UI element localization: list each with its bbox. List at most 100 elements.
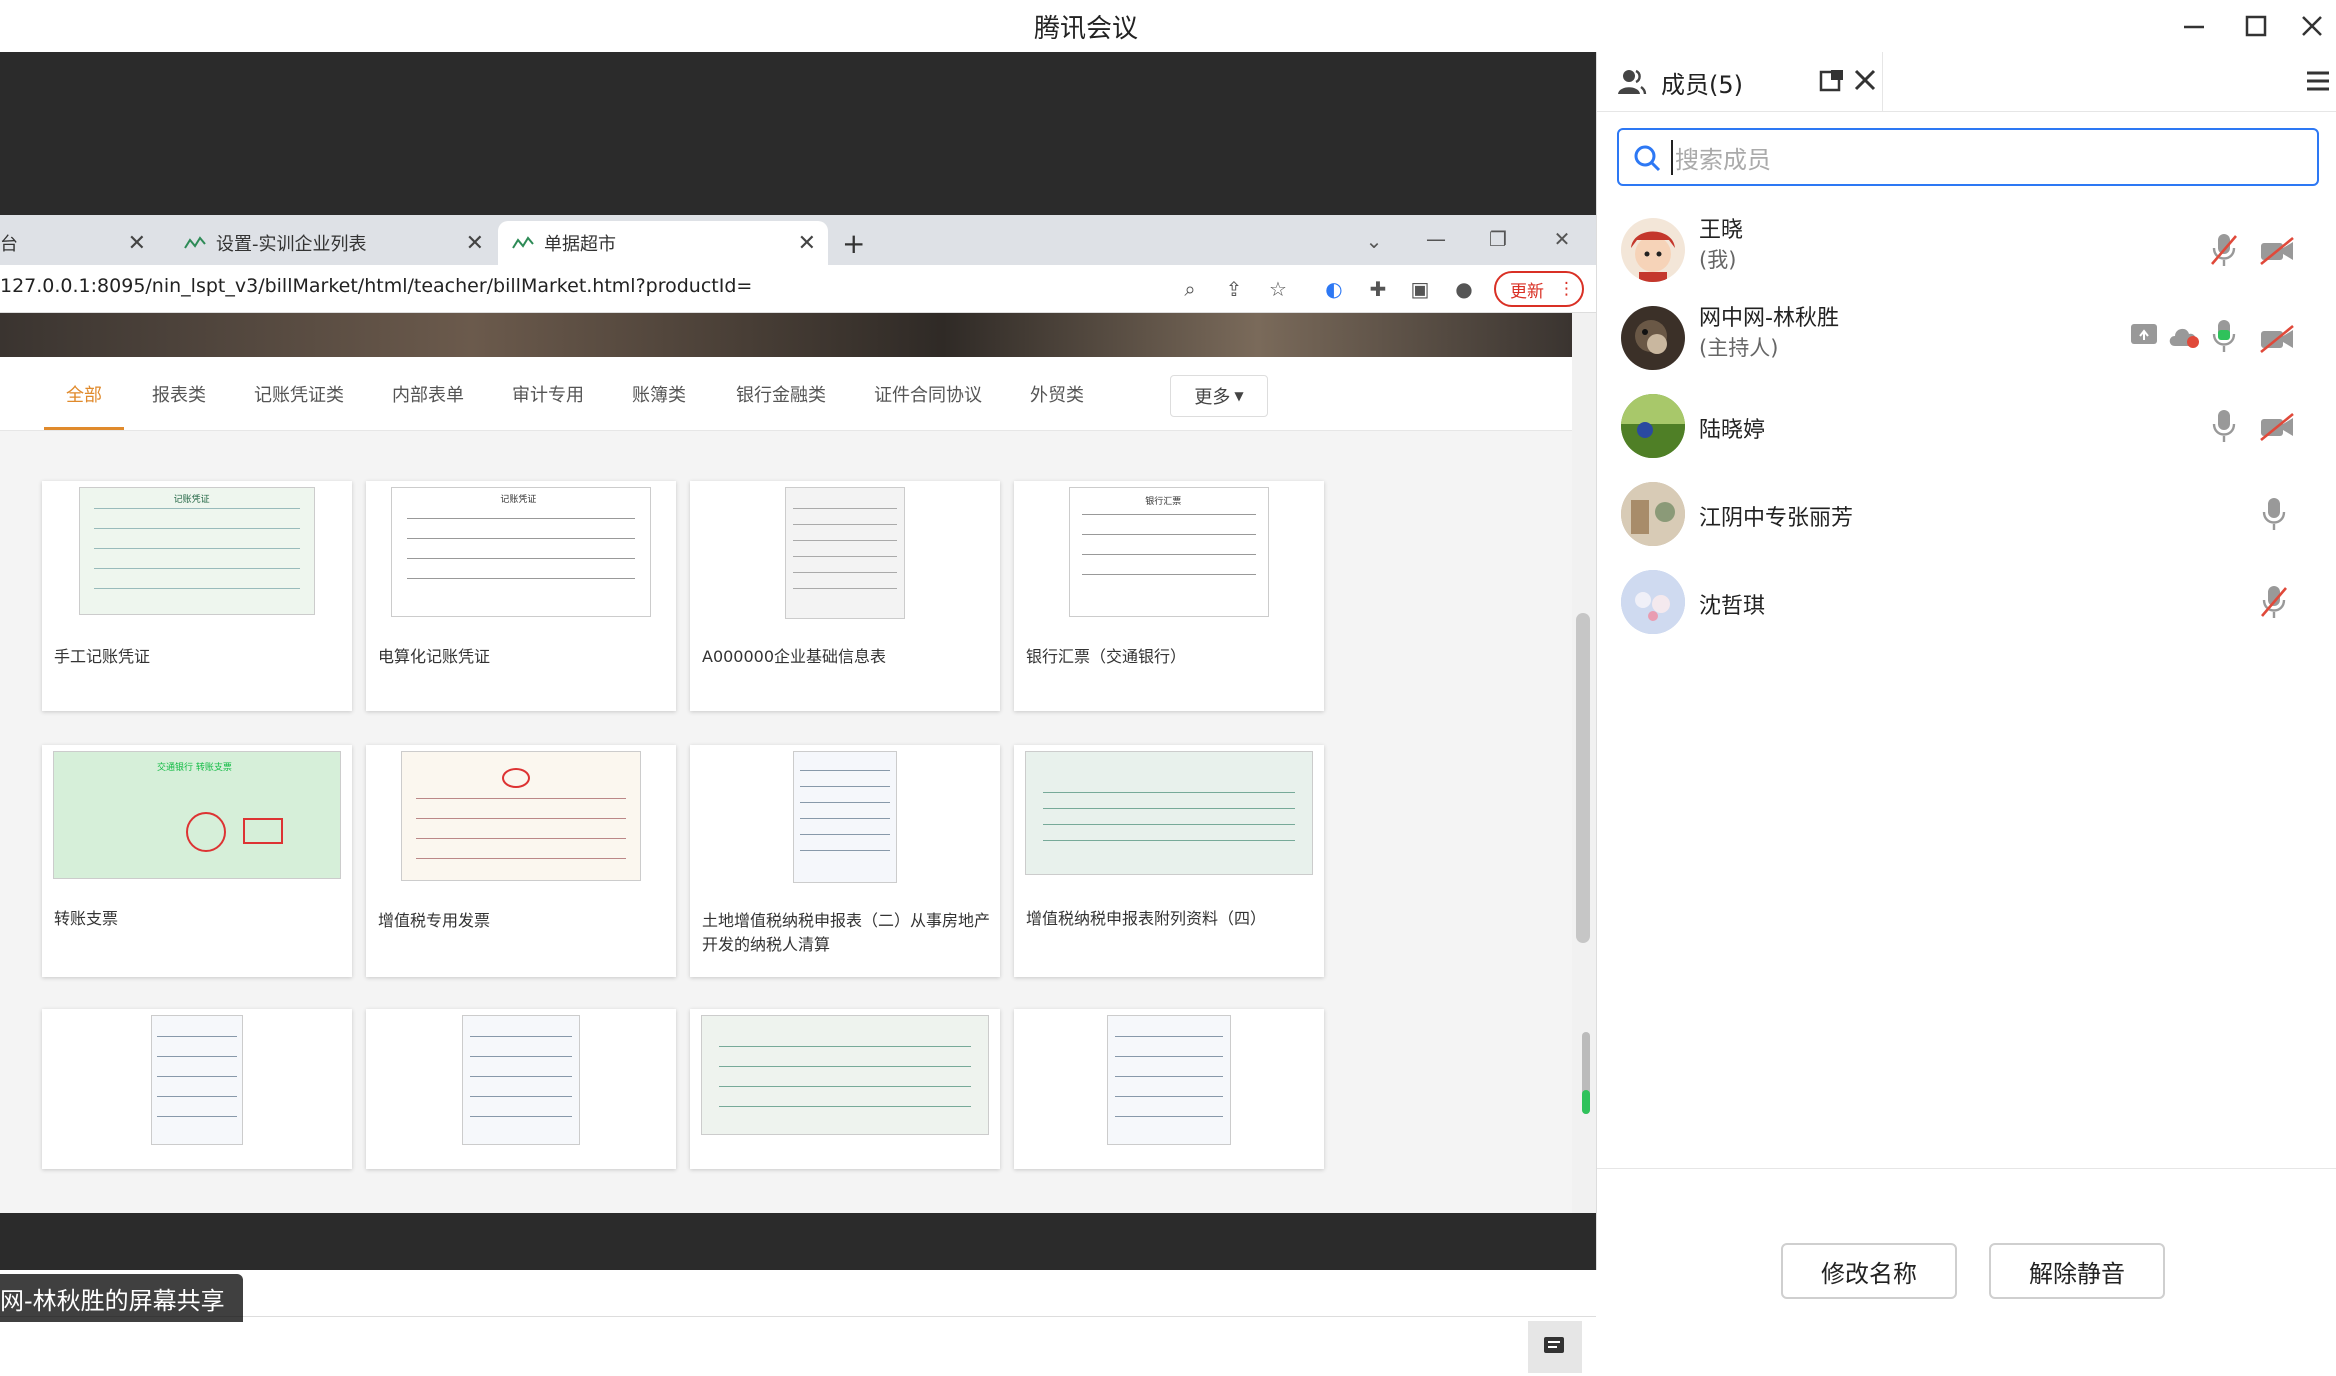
bill-thumbnail xyxy=(401,751,641,881)
category-all[interactable]: 全部 xyxy=(66,381,102,407)
member-name: 沈哲琪 xyxy=(1699,594,1766,619)
bill-card-label: 手工记账凭证 xyxy=(54,647,151,666)
member-row[interactable]: 陆晓婷 xyxy=(1597,382,2336,470)
members-tab[interactable]: 成员(5) xyxy=(1597,52,1883,112)
site-logo-icon xyxy=(184,236,206,249)
zoom-icon[interactable]: ⌕ xyxy=(1176,275,1204,303)
bill-card-label: 增值税专用发票 xyxy=(378,911,491,930)
bill-card[interactable]: A000000企业基础信息表 xyxy=(690,481,1000,711)
chat-float-button[interactable] xyxy=(1528,1321,1582,1373)
panel-menu-icon[interactable] xyxy=(2305,68,2331,98)
category-vouchers[interactable]: 记账凭证类 xyxy=(254,381,344,407)
avatar xyxy=(1621,218,1685,282)
bill-thumbnail: 记账凭证 xyxy=(391,487,651,617)
member-name: 王晓 xyxy=(1699,218,1744,243)
mic-muted-icon[interactable] xyxy=(2259,584,2289,620)
camera-off-icon[interactable] xyxy=(2259,236,2295,266)
browser-close-icon[interactable]: ✕ xyxy=(1548,225,1576,253)
side-panel-icon[interactable]: ▣ xyxy=(1406,275,1434,303)
browser-restore-icon[interactable]: ❐ xyxy=(1484,225,1512,253)
site-logo-icon xyxy=(512,236,534,249)
close-panel-icon[interactable] xyxy=(1853,68,1877,98)
shared-browser-window: 台 ✕ 设置-实训企业列表 ✕ 单据超市 ✕ + ⌄ — ❐ ✕ 127.0.0… xyxy=(0,215,1596,1376)
close-icon[interactable] xyxy=(2284,6,2336,46)
bill-card[interactable]: 增值税专用发票 xyxy=(366,745,676,977)
browser-tab[interactable]: 设置-实训企业列表 ✕ xyxy=(170,221,496,265)
mic-on-icon[interactable] xyxy=(2209,408,2239,444)
category-foreign-trade[interactable]: 外贸类 xyxy=(1030,381,1084,407)
bill-card[interactable]: 交通银行 转账支票 转账支票 xyxy=(42,745,352,977)
popout-icon[interactable] xyxy=(1819,68,1845,100)
bill-card[interactable] xyxy=(42,1009,352,1169)
mic-on-icon[interactable] xyxy=(2209,318,2239,354)
volume-level-indicator xyxy=(1582,1032,1590,1114)
members-title: 成员(5) xyxy=(1661,70,1743,99)
member-name: 网中网-林秋胜 xyxy=(1699,306,1839,331)
app-title: 腾讯会议 xyxy=(1033,14,1138,44)
update-button[interactable]: 更新 ⋮ xyxy=(1494,271,1584,307)
profile-icon[interactable]: ● xyxy=(1450,275,1478,303)
tab-search-icon[interactable]: ⌄ xyxy=(1360,227,1388,255)
bill-card[interactable]: 土地增值税纳税申报表（二）从事房地产开发的纳税人清算 xyxy=(690,745,1000,977)
browser-tabbar: 台 ✕ 设置-实训企业列表 ✕ 单据超市 ✕ + ⌄ — ❐ ✕ xyxy=(0,215,1596,265)
bookmark-star-icon[interactable]: ☆ xyxy=(1264,275,1292,303)
unmute-button[interactable]: 解除静音 xyxy=(1989,1243,2165,1299)
caret-down-icon: ▼ xyxy=(1234,389,1244,403)
new-tab-button[interactable]: + xyxy=(842,221,878,265)
bill-card[interactable] xyxy=(366,1009,676,1169)
active-category-underline xyxy=(44,427,124,430)
bill-thumbnail xyxy=(462,1015,580,1145)
member-role: (主持人) xyxy=(1699,336,1779,360)
member-row[interactable]: 沈哲琪 xyxy=(1597,558,2336,646)
browser-tab-active[interactable]: 单据超市 ✕ xyxy=(498,221,828,265)
camera-off-icon[interactable] xyxy=(2259,324,2295,354)
more-categories-button[interactable]: 更多 ▼ xyxy=(1170,375,1268,417)
bill-card[interactable]: 银行汇票 银行汇票（交通银行） xyxy=(1014,481,1324,711)
category-ledgers[interactable]: 账簿类 xyxy=(632,381,686,407)
extension-logo-icon[interactable]: ◐ xyxy=(1320,275,1348,303)
close-tab-icon[interactable]: ✕ xyxy=(466,231,484,256)
member-search-input[interactable]: 搜索成员 xyxy=(1617,128,2319,186)
extensions-puzzle-icon[interactable]: ✚ xyxy=(1364,275,1392,303)
avatar xyxy=(1621,394,1685,458)
member-row[interactable]: 网中网-林秋胜 (主持人) xyxy=(1597,294,2336,382)
bill-thumbnail xyxy=(701,1015,989,1135)
category-audit[interactable]: 审计专用 xyxy=(512,381,584,407)
bill-card[interactable]: 增值税纳税申报表附列资料（四） xyxy=(1014,745,1324,977)
bill-card[interactable]: 记账凭证 手工记账凭证 xyxy=(42,481,352,711)
member-row[interactable]: 江阴中专张丽芳 xyxy=(1597,470,2336,558)
category-reports[interactable]: 报表类 xyxy=(152,381,206,407)
cloud-recording-icon[interactable] xyxy=(2167,322,2203,350)
scrollbar-thumb[interactable] xyxy=(1576,613,1590,943)
share-icon[interactable]: ⇪ xyxy=(1220,275,1248,303)
bill-card-label: 土地增值税纳税申报表（二）从事房地产开发的纳税人清算 xyxy=(702,911,991,954)
member-row[interactable]: 王晓 (我) xyxy=(1597,206,2336,294)
bill-thumbnail: 记账凭证 xyxy=(79,487,315,615)
browser-tab[interactable]: 台 ✕ xyxy=(0,221,158,265)
bill-thumbnail xyxy=(151,1015,243,1145)
members-panel-footer: 修改名称 解除静音 xyxy=(1597,1168,2336,1299)
url-field[interactable]: 127.0.0.1:8095/nin_lspt_v3/billMarket/ht… xyxy=(0,275,752,297)
members-icon xyxy=(1618,69,1647,95)
category-internal-forms[interactable]: 内部表单 xyxy=(392,381,464,407)
bill-thumbnail: 交通银行 转账支票 xyxy=(53,751,341,879)
minimize-icon[interactable] xyxy=(2166,6,2222,46)
bill-card[interactable] xyxy=(1014,1009,1324,1169)
browser-minimize-icon[interactable]: — xyxy=(1422,225,1450,253)
screen-share-icon[interactable] xyxy=(2129,322,2159,350)
bill-card-label: 转账支票 xyxy=(54,909,119,928)
mic-on-icon[interactable] xyxy=(2259,496,2289,532)
category-banking[interactable]: 银行金融类 xyxy=(736,381,826,407)
bill-card[interactable]: 记账凭证 电算化记账凭证 xyxy=(366,481,676,711)
close-tab-icon[interactable]: ✕ xyxy=(798,231,816,256)
bill-card-label: A000000企业基础信息表 xyxy=(702,647,887,666)
maximize-icon[interactable] xyxy=(2228,6,2284,46)
rename-button[interactable]: 修改名称 xyxy=(1781,1243,1957,1299)
mic-muted-icon[interactable] xyxy=(2209,232,2239,268)
bill-card[interactable] xyxy=(690,1009,1000,1169)
bill-thumbnail xyxy=(785,487,905,619)
category-certificates[interactable]: 证件合同协议 xyxy=(874,381,982,407)
close-tab-icon[interactable]: ✕ xyxy=(128,231,146,256)
camera-off-icon[interactable] xyxy=(2259,412,2295,442)
menu-dots-icon: ⋮ xyxy=(1558,279,1575,299)
